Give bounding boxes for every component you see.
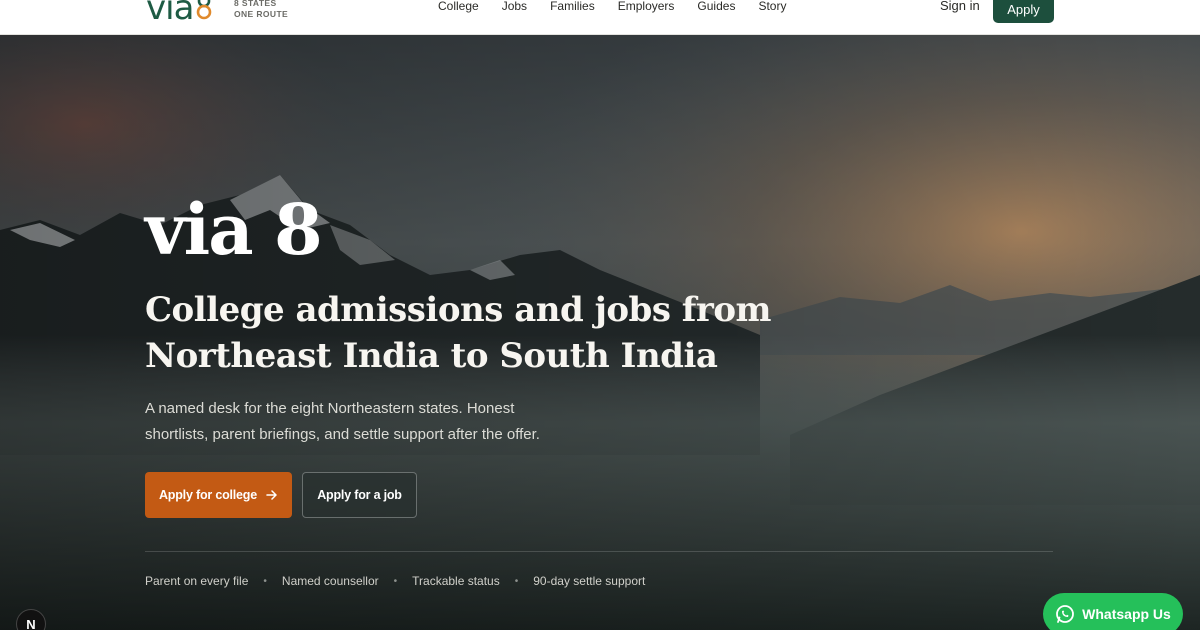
feature-separator: • — [393, 575, 398, 587]
nav-item-employers[interactable]: Employers — [618, 0, 675, 14]
arrow-right-icon — [266, 490, 277, 500]
apply-for-college-label: Apply for college — [158, 488, 257, 502]
hero-description-line-2: shortlists, parent briefings, and settle… — [145, 426, 540, 443]
nav-item-guides[interactable]: Guides — [697, 0, 735, 14]
hero-description-line-1: A named desk for the eight Northeastern … — [145, 400, 515, 417]
whatsapp-label: Whatsapp Us — [1082, 606, 1171, 622]
feature-item: 90-day settle support — [533, 574, 646, 588]
apply-for-job-button[interactable]: Apply for a job — [302, 472, 417, 518]
nav-item-story[interactable]: Story — [758, 0, 786, 14]
hero-subtitle-line-1: College admissions and jobs from — [145, 290, 772, 330]
feature-item: Parent on every file — [145, 574, 249, 588]
sign-in-link[interactable]: Sign in — [940, 0, 980, 14]
feature-item: Trackable status — [412, 574, 500, 588]
logo-eight-icon — [196, 0, 212, 20]
hero-subtitle-line-2: Northeast India to South India — [145, 336, 718, 376]
tagline-line-2: ONE ROUTE — [234, 9, 289, 19]
apply-button[interactable]: Apply — [993, 0, 1054, 23]
nav-item-college[interactable]: College — [438, 0, 479, 14]
nav-item-families[interactable]: Families — [550, 0, 595, 14]
logo-wordmark: via — [146, 0, 194, 28]
feature-separator: • — [514, 575, 519, 587]
hero-section: via 8 College admissions and jobs from N… — [0, 35, 1200, 630]
apply-for-college-button[interactable]: Apply for college — [145, 472, 292, 518]
whatsapp-icon — [1056, 605, 1075, 623]
hero-title: via 8 — [145, 188, 323, 271]
nav-item-jobs[interactable]: Jobs — [502, 0, 527, 14]
hero-divider — [145, 551, 1053, 552]
feature-separator: • — [263, 575, 267, 587]
logo-tagline: 8 STATES ONE ROUTE — [234, 0, 288, 20]
feature-item: Named counsellor — [281, 574, 379, 588]
feature-list: Parent on every file • Named counsellor … — [145, 574, 645, 588]
main-nav: College Jobs Families Employers Guides S… — [438, 0, 809, 14]
hero-subtitle: College admissions and jobs from Northea… — [145, 287, 845, 379]
tagline-line-1: 8 STATES — [234, 0, 277, 8]
hero-description: A named desk for the eight Northeastern … — [145, 396, 605, 448]
site-header: via 8 STATES ONE ROUTE College Jobs Fami… — [0, 0, 1200, 35]
whatsapp-button[interactable]: Whatsapp Us — [1043, 593, 1183, 630]
